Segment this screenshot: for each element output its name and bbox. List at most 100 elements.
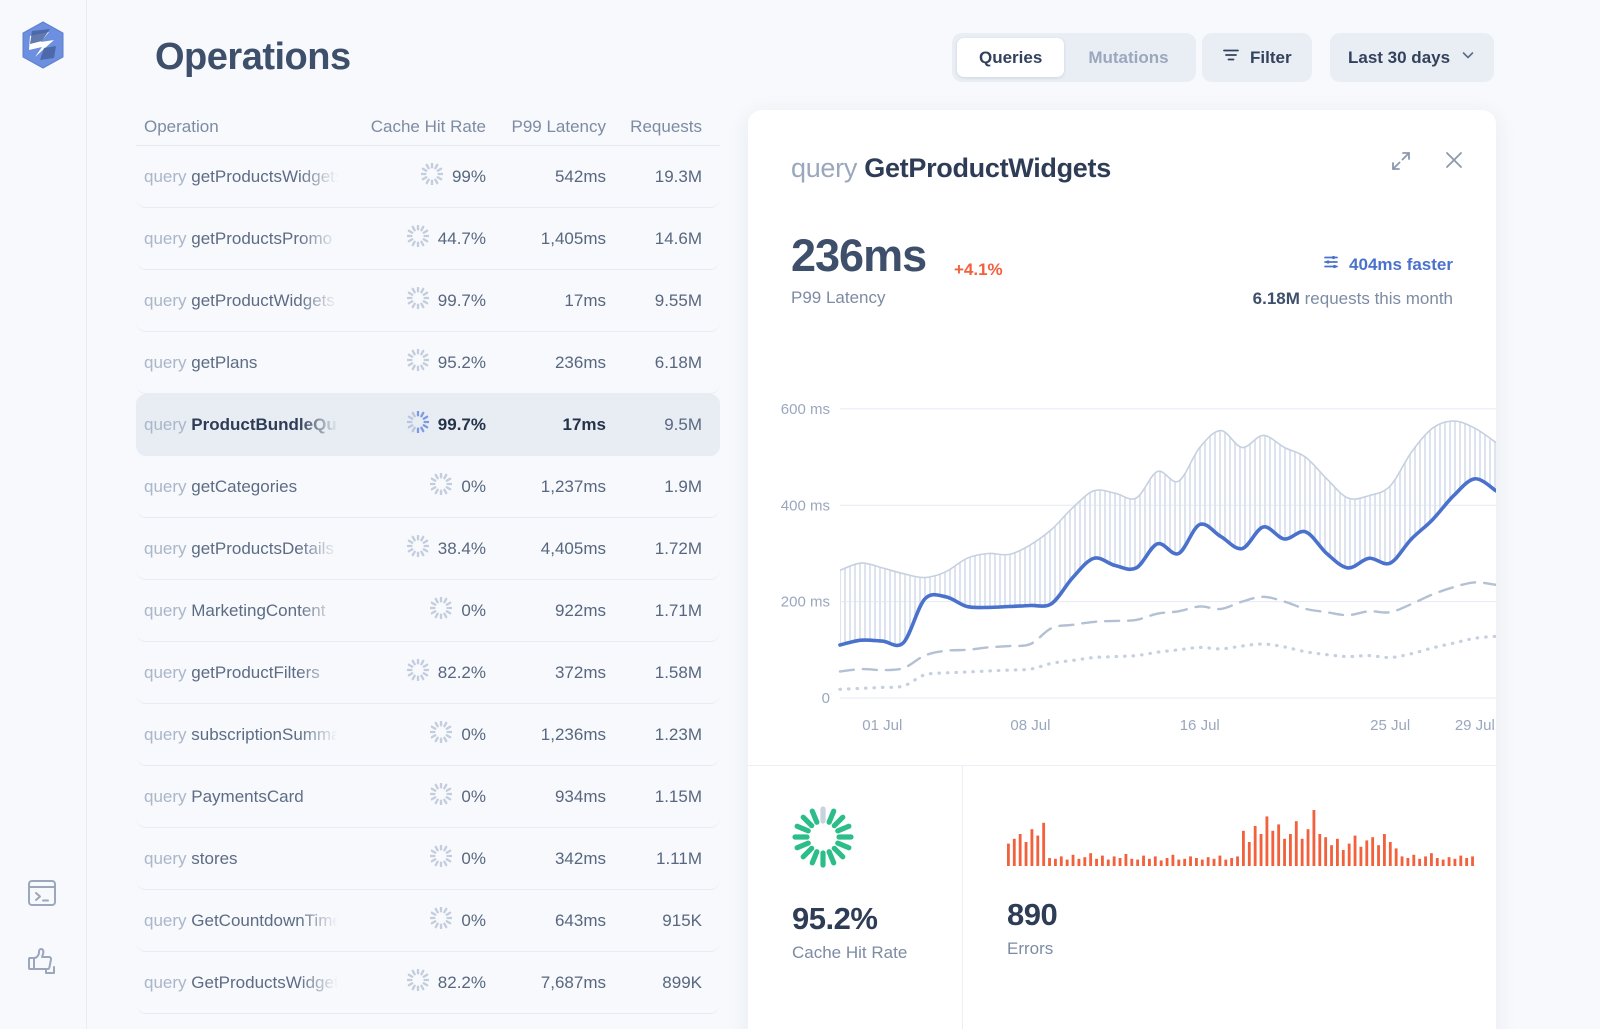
operation-type-segmented-control: Queries Mutations <box>952 33 1196 82</box>
cache-donut-icon <box>792 806 854 868</box>
date-range-button[interactable]: Last 30 days <box>1330 33 1494 82</box>
cell-requests: 19.3M <box>606 167 702 187</box>
column-header-requests[interactable]: Requests <box>606 117 702 137</box>
comparison-indicator: 404ms faster <box>1322 253 1453 276</box>
table-row[interactable]: query GetCountdownTimer0%643ms915K <box>136 890 720 952</box>
table-row[interactable]: query GetProductsWidgets82.2%7,687ms899K <box>136 952 720 1014</box>
svg-text:16 Jul: 16 Jul <box>1180 717 1220 734</box>
cache-spinner-icon <box>407 225 429 252</box>
cell-p99-latency: 7,687ms <box>486 973 606 993</box>
cell-requests: 14.6M <box>606 229 702 249</box>
table-row[interactable]: query getProductsDetails38.4%4,405ms1.72… <box>136 518 720 580</box>
table-row[interactable]: query getProductWidgets99.7%17ms9.55M <box>136 270 720 332</box>
cell-p99-latency: 643ms <box>486 911 606 931</box>
svg-text:08 Jul: 08 Jul <box>1010 717 1050 734</box>
date-range-label: Last 30 days <box>1348 48 1450 68</box>
cell-requests: 1.23M <box>606 725 702 745</box>
cell-operation: query getProductsWidgets <box>144 167 338 187</box>
cache-spinner-icon <box>430 473 452 500</box>
table-row[interactable]: query MarketingContent0%922ms1.71M <box>136 580 720 642</box>
panel-stats-row: 95.2% Cache Hit Rate 890 Errors <box>748 765 1496 1029</box>
tab-mutations[interactable]: Mutations <box>1066 38 1190 77</box>
terminal-icon[interactable] <box>22 872 62 912</box>
cell-cache-hit-rate: 0% <box>338 597 486 624</box>
latency-timeseries-chart[interactable]: 0200 ms400 ms600 ms01 Jul08 Jul16 Jul25 … <box>748 362 1496 762</box>
cell-cache-hit-rate: 0% <box>338 783 486 810</box>
table-row[interactable]: query getCategories0%1,237ms1.9M <box>136 456 720 518</box>
cell-p99-latency: 372ms <box>486 663 606 683</box>
requests-suffix: requests this month <box>1300 289 1453 308</box>
cell-operation: query getProductFilters <box>144 663 338 683</box>
table-row[interactable]: query PaymentsCard0%934ms1.15M <box>136 766 720 828</box>
sliders-icon <box>1322 253 1340 276</box>
cell-cache-hit-rate: 82.2% <box>338 659 486 686</box>
series-p25 <box>840 636 1496 689</box>
cell-operation: query MarketingContent <box>144 601 338 621</box>
stat-cache-hit-rate: 95.2% Cache Hit Rate <box>748 766 962 1029</box>
panel-operation-name: GetProductWidgets <box>864 153 1111 183</box>
cache-spinner-icon <box>407 349 429 376</box>
cell-operation: query PaymentsCard <box>144 787 338 807</box>
snowtrace-hex-logo-icon[interactable] <box>18 20 68 70</box>
cell-p99-latency: 934ms <box>486 787 606 807</box>
cell-requests: 6.18M <box>606 353 702 373</box>
cache-spinner-icon <box>421 163 443 190</box>
table-row[interactable]: query getProductFilters82.2%372ms1.58M <box>136 642 720 704</box>
cell-p99-latency: 342ms <box>486 849 606 869</box>
table-row[interactable]: query ProductBundleQuery99.7%17ms9.5M <box>136 394 720 456</box>
cell-cache-hit-rate: 0% <box>338 907 486 934</box>
cell-requests: 9.5M <box>606 415 702 435</box>
cell-requests: 1.15M <box>606 787 702 807</box>
metric-label: P99 Latency <box>791 288 886 308</box>
expand-arrows-icon[interactable] <box>1388 148 1414 174</box>
table-row[interactable]: query getProductsPromo44.7%1,405ms14.6M <box>136 208 720 270</box>
cell-p99-latency: 1,236ms <box>486 725 606 745</box>
series-p99 <box>840 479 1496 646</box>
feedback-thumb-icon[interactable] <box>22 938 62 978</box>
svg-text:400 ms: 400 ms <box>781 497 830 514</box>
operation-detail-panel: query GetProductWidgets 236ms +4.1% P99 … <box>748 110 1496 1029</box>
cache-spinner-icon <box>430 597 452 624</box>
table-row[interactable]: query subscriptionSummary0%1,236ms1.23M <box>136 704 720 766</box>
left-rail <box>0 0 87 1029</box>
errors-value: 890 <box>1007 897 1496 933</box>
errors-sparkline <box>1007 806 1477 868</box>
cell-cache-hit-rate: 99% <box>338 163 486 190</box>
cell-p99-latency: 17ms <box>486 291 606 311</box>
metric-delta-badge: +4.1% <box>954 260 1003 280</box>
cell-cache-hit-rate: 0% <box>338 721 486 748</box>
cache-spinner-icon <box>407 659 429 686</box>
svg-text:29 Jul: 29 Jul <box>1455 717 1495 734</box>
cell-operation: query GetProductsWidgets <box>144 973 338 993</box>
cache-spinner-icon <box>407 287 429 314</box>
cache-spinner-icon <box>430 907 452 934</box>
cache-spinner-icon <box>430 721 452 748</box>
table-row[interactable]: query getPlans95.2%236ms6.18M <box>136 332 720 394</box>
column-header-p99-latency[interactable]: P99 Latency <box>486 117 606 137</box>
filter-button[interactable]: Filter <box>1202 33 1312 82</box>
column-header-cache-hit-rate[interactable]: Cache Hit Rate <box>338 117 486 137</box>
table-header-row: Operation Cache Hit Rate P99 Latency Req… <box>136 108 720 146</box>
operations-table: Operation Cache Hit Rate P99 Latency Req… <box>136 108 720 1014</box>
close-icon[interactable] <box>1440 146 1468 174</box>
cell-operation: query getProductWidgets <box>144 291 338 311</box>
column-header-operation[interactable]: Operation <box>144 117 338 137</box>
cache-spinner-icon <box>407 411 429 438</box>
cell-cache-hit-rate: 44.7% <box>338 225 486 252</box>
table-row[interactable]: query stores0%342ms1.11M <box>136 828 720 890</box>
cache-hit-rate-label: Cache Hit Rate <box>792 943 962 963</box>
chevron-down-icon <box>1460 47 1476 68</box>
cell-requests: 1.58M <box>606 663 702 683</box>
filter-label: Filter <box>1250 48 1292 68</box>
tab-queries[interactable]: Queries <box>957 38 1064 77</box>
cell-cache-hit-rate: 38.4% <box>338 535 486 562</box>
cell-cache-hit-rate: 0% <box>338 473 486 500</box>
cell-p99-latency: 542ms <box>486 167 606 187</box>
cell-requests: 1.9M <box>606 477 702 497</box>
cell-p99-latency: 1,405ms <box>486 229 606 249</box>
errors-label: Errors <box>1007 939 1496 959</box>
stat-errors: 890 Errors <box>962 766 1496 1029</box>
page-title: Operations <box>155 36 351 79</box>
table-row[interactable]: query getProductsWidgets99%542ms19.3M <box>136 146 720 208</box>
cell-operation: query GetCountdownTimer <box>144 911 338 931</box>
